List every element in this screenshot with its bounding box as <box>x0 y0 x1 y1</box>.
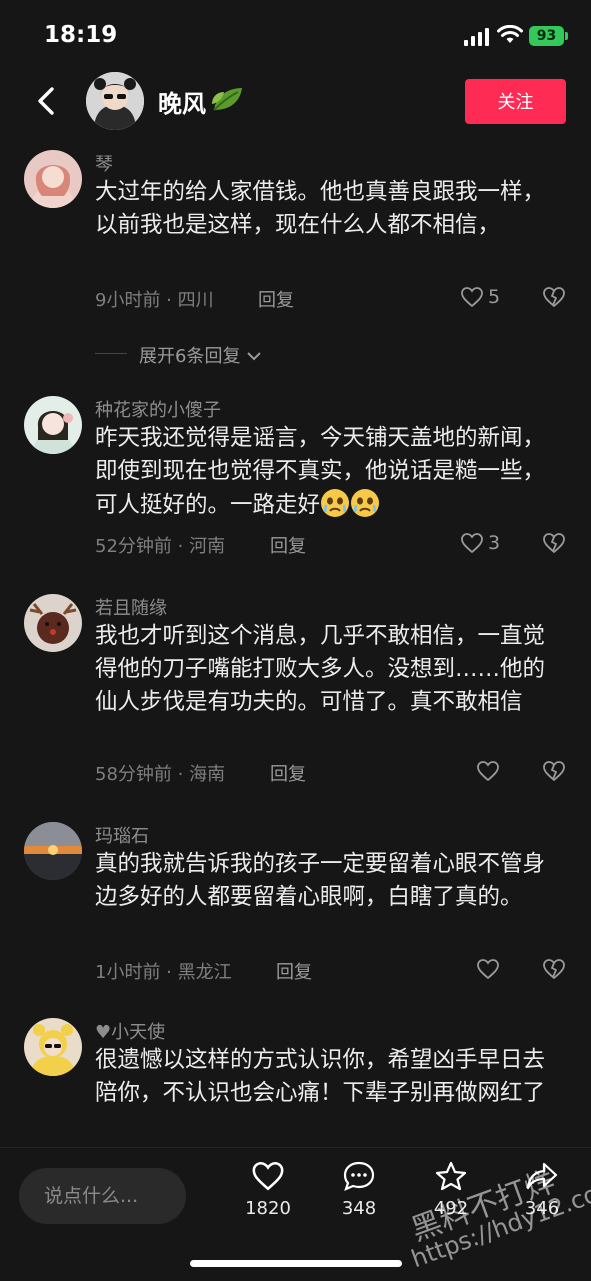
leaf-icon <box>212 88 242 111</box>
battery-tip <box>565 32 568 40</box>
comment-meta: 1小时前 · 黑龙江 <box>95 962 232 983</box>
home-indicator <box>190 1260 402 1267</box>
commenter-avatar[interactable] <box>24 150 82 208</box>
like-count: 5 <box>488 286 501 308</box>
wifi-icon <box>497 25 523 43</box>
status-time: 18:19 <box>44 22 118 48</box>
back-arrow-icon[interactable] <box>30 84 64 118</box>
author-avatar[interactable] <box>86 72 144 130</box>
dislike-icon[interactable] <box>542 532 566 554</box>
expand-divider <box>95 353 127 354</box>
commenter-avatar[interactable] <box>24 594 82 652</box>
crying-emoji-icon <box>351 489 380 517</box>
like-icon[interactable] <box>476 760 500 782</box>
like-icon[interactable] <box>460 286 484 308</box>
dislike-icon[interactable] <box>542 760 566 782</box>
comment-text: 很遗憾以这样的方式认识你，希望凶手早日去陪你，不认识也会心痛！下辈子别再做网红了 <box>95 1047 546 1106</box>
chevron-down-icon <box>247 352 261 361</box>
battery-level: 93 <box>529 26 564 46</box>
like-total: 1820 <box>245 1198 291 1219</box>
comment-meta: 9小时前 · 四川 <box>95 290 214 311</box>
reply-button[interactable]: 回复 <box>270 760 306 786</box>
commenter-name[interactable]: 玛瑙石 <box>95 822 149 848</box>
favorite-total: 492 <box>433 1198 469 1219</box>
comment-bubble-icon <box>343 1161 375 1191</box>
share-total: 346 <box>524 1198 560 1219</box>
commenter-avatar[interactable] <box>24 1018 82 1076</box>
commenter-avatar[interactable] <box>24 396 82 454</box>
share-button[interactable]: 346 <box>507 1160 577 1219</box>
comment-text: 我也才听到这个消息，几乎不敢相信，一直觉得他的刀子嘴能打败大多人。没想到……他的… <box>95 623 546 715</box>
follow-button[interactable]: 关注 <box>465 79 566 124</box>
comment-meta: 52分钟前 · 河南 <box>95 536 226 557</box>
reply-button[interactable]: 回复 <box>258 286 294 312</box>
commenter-name[interactable]: 种花家的小傻子 <box>95 396 221 422</box>
comment-text: 昨天我还觉得是谣言，今天铺天盖地的新闻，即使到现在也觉得不真实，他说话是糙一些，… <box>95 425 546 518</box>
profile-header: 晚风 关注 <box>0 70 591 134</box>
expand-replies-label[interactable]: 展开6条回复 <box>139 342 262 368</box>
heart-icon <box>252 1161 284 1191</box>
commenter-name[interactable]: ♥小天使 <box>95 1018 165 1044</box>
comment-text: 真的我就告诉我的孩子一定要留着心眼不管身边多好的人都要留着心眼啊，白瞎了真的。 <box>95 851 546 910</box>
bottom-action-bar: 说点什么... 1820 348 492 346 <box>0 1147 591 1281</box>
status-bar: 18:19 93 <box>0 0 591 70</box>
comments-button[interactable]: 348 <box>324 1160 394 1219</box>
like-button[interactable]: 1820 <box>233 1160 303 1219</box>
like-count: 3 <box>488 532 501 554</box>
like-icon[interactable] <box>476 958 500 980</box>
comment-input[interactable]: 说点什么... <box>19 1168 186 1224</box>
dislike-icon[interactable] <box>542 958 566 980</box>
comment-total: 348 <box>341 1198 377 1219</box>
commenter-name[interactable]: 若且随缘 <box>95 594 167 620</box>
reply-button[interactable]: 回复 <box>270 532 306 558</box>
cellular-signal-icon <box>464 28 489 46</box>
favorite-button[interactable]: 492 <box>416 1160 486 1219</box>
like-icon[interactable] <box>460 532 484 554</box>
comment-text: 大过年的给人家借钱。他也真善良跟我一样，以前我也是这样，现在什么人都不相信， <box>95 179 546 238</box>
star-icon <box>435 1161 467 1191</box>
share-arrow-icon <box>526 1162 558 1190</box>
commenter-avatar[interactable] <box>24 822 82 880</box>
commenter-name[interactable]: 琴 <box>95 150 113 176</box>
crying-emoji-icon <box>321 489 350 517</box>
author-name[interactable]: 晚风 <box>158 84 206 119</box>
reply-button[interactable]: 回复 <box>276 958 312 984</box>
comment-meta: 58分钟前 · 海南 <box>95 764 226 785</box>
dislike-icon[interactable] <box>542 286 566 308</box>
